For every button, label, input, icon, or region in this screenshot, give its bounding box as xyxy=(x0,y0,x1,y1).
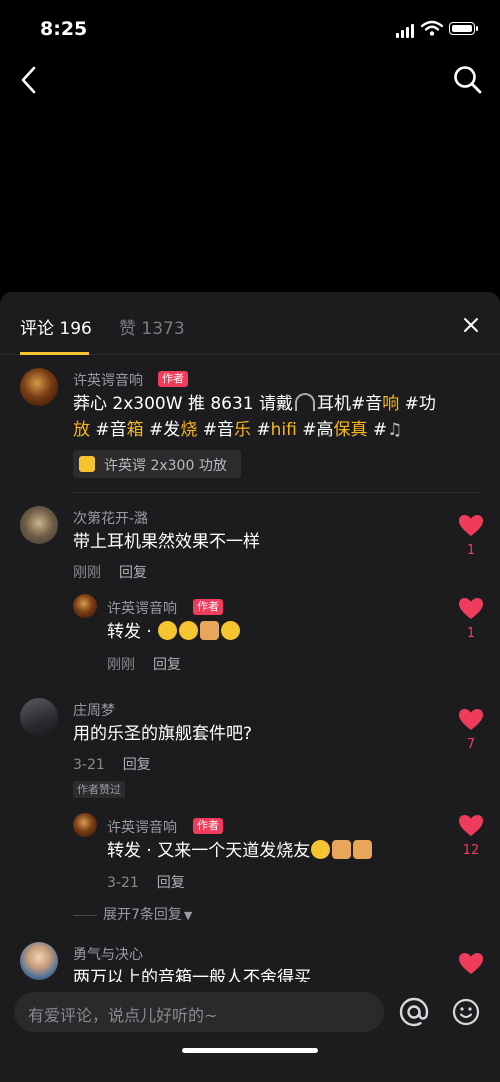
heart-icon xyxy=(459,515,483,536)
author-badge: 作者 xyxy=(158,371,188,387)
comment-author-name[interactable]: 勇气与决心 xyxy=(73,944,143,964)
battery-icon xyxy=(449,22,478,35)
comment-input-placeholder: 有爱评论，说点儿好听的~ xyxy=(28,1006,218,1025)
divider xyxy=(73,492,480,493)
back-icon[interactable] xyxy=(14,62,46,98)
heart-icon xyxy=(459,815,483,836)
avatar[interactable] xyxy=(20,506,58,544)
comment-text: 带上耳机果然效果不一样 xyxy=(73,532,260,552)
author-badge: 作者 xyxy=(193,599,223,615)
reply-button[interactable]: 回复 xyxy=(157,875,185,891)
like-count: 7 xyxy=(466,737,476,752)
comment-time: 刚刚 xyxy=(107,657,135,673)
tab-comments[interactable]: 评论 196 xyxy=(20,314,92,339)
product-link[interactable]: 许英谔 2x300 功放 xyxy=(73,450,241,478)
avatar[interactable] xyxy=(20,698,58,736)
like-count: 1 xyxy=(466,543,476,558)
grinning-emoji-icon xyxy=(179,621,199,640)
chevron-down-icon: ▼ xyxy=(183,909,193,922)
shopping-cart-icon xyxy=(79,456,95,472)
home-indicator xyxy=(182,1048,318,1053)
headphones-emoji-icon xyxy=(295,393,316,411)
comment-author-name[interactable]: 次第花开-潞 xyxy=(73,508,148,528)
comment-input[interactable]: 有爱评论，说点儿好听的~ xyxy=(14,992,384,1032)
avatar[interactable] xyxy=(20,942,58,980)
wifi-icon xyxy=(421,20,443,36)
comment-text: 转发 · 又来一个天道发烧友 xyxy=(107,839,373,863)
reply-button[interactable]: 回复 xyxy=(123,757,151,773)
like-button[interactable]: 7 xyxy=(456,708,486,752)
heart-icon xyxy=(459,709,483,730)
status-time: 8:25 xyxy=(40,18,88,40)
search-icon[interactable] xyxy=(450,62,486,98)
emoji-icon[interactable] xyxy=(452,998,480,1026)
grinning-emoji-icon xyxy=(311,840,331,859)
avatar[interactable] xyxy=(73,813,97,837)
at-mention-icon[interactable] xyxy=(398,996,430,1028)
shocked-emoji-icon xyxy=(221,621,241,640)
comment-time: 3-21 xyxy=(107,875,139,891)
comment-text: 用的乐圣的旗舰套件吧? xyxy=(73,724,253,744)
like-button[interactable]: 1 xyxy=(456,597,486,641)
comment-time: 刚刚 xyxy=(73,565,101,581)
comment-sheet: 评论 196 赞 1373 许英谔音响 作者 莽心 2x300W 推 8631 … xyxy=(0,292,500,1082)
active-tab-indicator xyxy=(20,352,89,355)
expand-replies-button[interactable]: 展开7条回复 ▼ xyxy=(73,904,192,924)
heart-icon xyxy=(459,598,483,619)
clapping-emoji-icon xyxy=(332,840,352,859)
author-liked-badge: 作者赞过 xyxy=(73,781,125,798)
laughing-emoji-icon xyxy=(158,621,178,640)
comment-text: 放 #音箱 #发烧 #音乐 #hifi #高保真 #♫ xyxy=(73,420,403,440)
avatar[interactable] xyxy=(73,594,97,618)
thumbs-up-emoji-icon xyxy=(200,621,220,640)
like-count: 12 xyxy=(462,843,480,858)
comment-meta: 3-21 回复 xyxy=(107,872,203,892)
comment-author-name[interactable]: 许英谔音响 xyxy=(107,817,177,837)
heart-icon xyxy=(459,953,483,974)
comment-meta: 刚刚 回复 xyxy=(73,562,165,582)
expand-line xyxy=(73,914,97,916)
author-badge: 作者 xyxy=(193,818,223,834)
comment-author-name[interactable]: 庄周梦 xyxy=(73,700,115,720)
status-bar: 8:25 xyxy=(0,0,500,60)
like-button[interactable]: 12 xyxy=(456,814,486,858)
avatar[interactable] xyxy=(20,368,58,406)
like-button[interactable]: 1 xyxy=(456,514,486,558)
comment-author-name[interactable]: 许英谔音响 xyxy=(107,598,177,618)
comment-input-bar: 有爱评论，说点儿好听的~ xyxy=(0,982,500,1082)
comment-tabs: 评论 196 赞 1373 xyxy=(0,292,500,355)
cellular-signal-icon xyxy=(396,24,414,38)
thumbs-up-emoji-icon xyxy=(353,840,373,859)
comment-meta: 刚刚 回复 xyxy=(107,654,199,674)
comment-text: 转发 · xyxy=(107,620,241,644)
comment-author-name[interactable]: 许英谔音响 xyxy=(73,370,143,390)
like-count: 1 xyxy=(466,626,476,641)
comment-text: 莽心 2x300W 推 8631 请戴 耳机#音响 #功 xyxy=(73,393,436,414)
close-icon[interactable] xyxy=(460,314,482,336)
reply-button[interactable]: 回复 xyxy=(119,565,147,581)
tab-likes[interactable]: 赞 1373 xyxy=(119,314,185,339)
comment-time: 3-21 xyxy=(73,757,105,773)
music-note-icon: ♫ xyxy=(387,420,403,440)
reply-button[interactable]: 回复 xyxy=(153,657,181,673)
comment-meta: 3-21 回复 xyxy=(73,754,169,774)
